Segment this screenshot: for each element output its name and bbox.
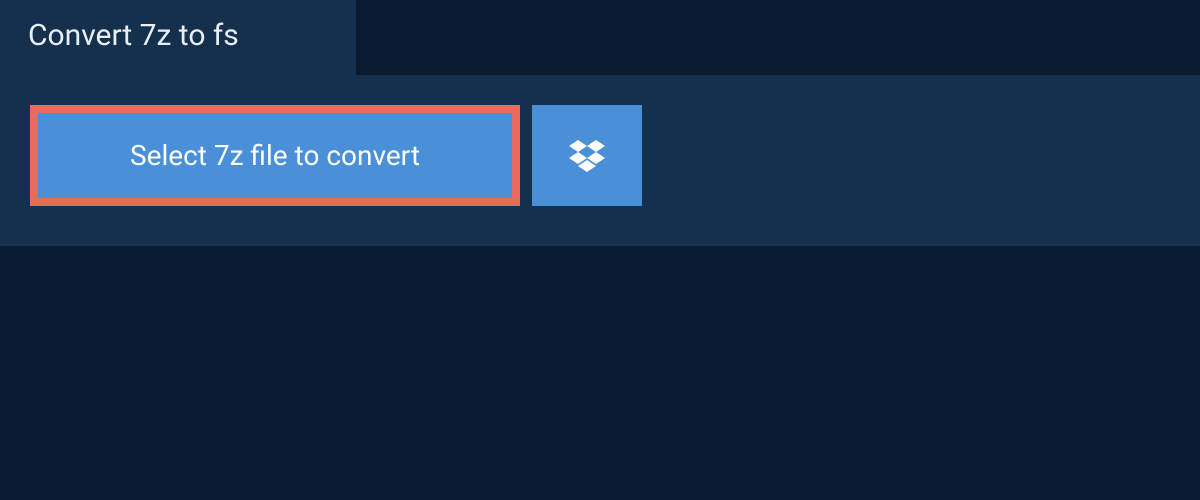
select-file-label: Select 7z file to convert [130,139,420,172]
dropbox-icon [569,140,605,172]
tab-convert[interactable]: Convert 7z to fs [0,0,356,75]
dropbox-button[interactable] [532,105,642,206]
select-file-button[interactable]: Select 7z file to convert [30,105,520,206]
content-row: Select 7z file to convert [0,75,1200,246]
tab-label: Convert 7z to fs [28,18,239,53]
tab-spacer [356,0,1200,75]
tab-bar: Convert 7z to fs [0,0,1200,75]
converter-panel: Select 7z file to convert [0,75,1200,246]
